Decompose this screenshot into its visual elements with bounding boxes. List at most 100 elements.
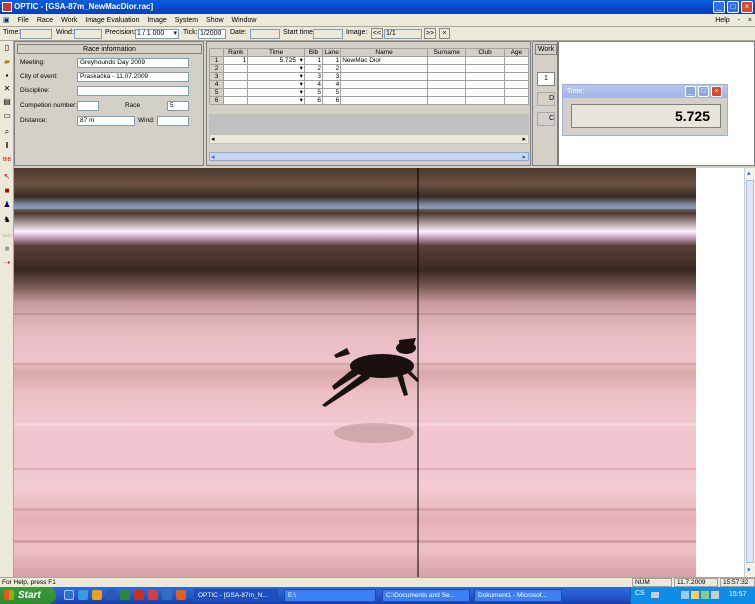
gray-box-icon[interactable]: ■ [2,244,12,254]
arrow-icon[interactable]: ➝ [2,258,12,268]
menu-race[interactable]: Race [34,14,56,27]
tick-field[interactable]: 1/2000 [198,29,226,39]
time-cell[interactable]: ▾ [247,96,305,105]
time-dropdown-icon[interactable]: ▾ [300,89,303,96]
quicklaunch-desktop-icon[interactable] [64,590,74,600]
work-button-c[interactable]: C [537,112,555,126]
col-lane[interactable]: Lane [322,48,342,57]
color-box-icon[interactable]: ■ [2,186,12,196]
rank-cell[interactable] [223,80,249,89]
bib-cell[interactable]: 6 [303,96,324,105]
close-image-button[interactable]: × [439,28,450,39]
surname-cell[interactable] [426,88,467,97]
print-icon[interactable]: ▤ [2,97,12,107]
menu-work[interactable]: Work [58,14,80,27]
distance-field[interactable]: 87 m [77,116,135,126]
scroll-right-icon[interactable]: ▸ [522,135,526,143]
task-documents[interactable]: C:\Documents and Se... [382,589,470,602]
date-field[interactable] [250,29,280,39]
lane-cell[interactable]: 1 [322,56,342,65]
person-icon[interactable]: ♟ [2,200,12,210]
time-cell[interactable]: ▾ [247,88,305,97]
quicklaunch-excel-icon[interactable] [120,590,130,600]
open-folder-icon[interactable]: ▰ [2,57,12,67]
bottom-scrollbar[interactable]: ◂ ▸ [209,152,529,161]
time-cell[interactable]: ▾ [247,64,305,73]
quicklaunch-word-icon[interactable] [106,590,116,600]
club-cell[interactable] [465,88,505,97]
race-number-field[interactable]: 5 [167,101,189,111]
rank-cell[interactable]: 1 [223,56,249,65]
age-cell[interactable] [503,56,530,65]
doc-close-button[interactable]: × [745,14,755,27]
time-dropdown-icon[interactable]: ▾ [300,81,303,88]
name-cell[interactable] [340,72,428,81]
minimize-button[interactable]: _ [713,1,725,13]
surname-cell[interactable] [426,96,467,105]
keyboard-icon[interactable] [651,592,659,598]
name-cell[interactable] [340,80,428,89]
name-cell[interactable] [340,88,428,97]
time-minimize-button[interactable]: _ [685,86,696,97]
work-button-1[interactable]: 1 [537,72,555,86]
precision-select[interactable]: 1 / 1 000 ▾ [135,29,179,39]
bib-cell[interactable]: 3 [303,72,324,81]
scroll-thumb[interactable] [746,180,754,563]
menu-image-evaluation[interactable]: Image Evaluation [82,14,142,27]
photo-finish-image[interactable] [14,168,696,577]
surname-cell[interactable] [426,56,467,65]
window-icon[interactable]: ▭ [2,111,12,121]
rank-cell[interactable] [223,64,249,73]
volume-icon[interactable] [711,591,719,599]
col-surname[interactable]: Surname [426,48,467,57]
zoom-icon[interactable]: ⌕ [2,127,12,137]
bib-cell[interactable]: 5 [303,88,324,97]
lane-cell[interactable]: 6 [322,96,342,105]
table-row[interactable]: 3 ▾ 3 3 [208,72,530,81]
new-file-icon[interactable]: ▯ [2,43,12,53]
time-dropdown-icon[interactable]: ▾ [300,57,303,64]
tray-icon-2[interactable] [691,591,699,599]
task-e-drive[interactable]: E:\ [284,589,376,602]
rank-cell[interactable] [223,72,249,81]
save-icon[interactable]: ▪ [2,71,12,81]
quicklaunch-folder-icon[interactable] [92,590,102,600]
task-word-document[interactable]: Dokument1 - Microsof... [474,589,562,602]
club-cell[interactable] [465,72,505,81]
work-button-d[interactable]: D [537,92,555,106]
chevron-down-icon[interactable]: ▾ [173,30,177,38]
pointer-icon[interactable]: ↖ [2,172,12,182]
table-row[interactable]: 2 ▾ 2 2 [208,64,530,73]
col-rank[interactable]: Rank [223,48,249,57]
menu-system[interactable]: System [172,14,201,27]
lane-cell[interactable]: 4 [322,80,342,89]
scroll-down-icon[interactable]: ▾ [747,566,751,574]
table-row[interactable]: 4 ▾ 4 4 [208,80,530,89]
club-cell[interactable] [465,96,505,105]
surname-cell[interactable] [426,64,467,73]
age-cell[interactable] [503,64,530,73]
scroll-up-icon[interactable]: ▴ [747,169,751,177]
time-dropdown-icon[interactable]: ▾ [300,65,303,72]
lane-cell[interactable]: 5 [322,88,342,97]
bib-cell[interactable]: 1 [303,56,324,65]
surname-cell[interactable] [426,72,467,81]
competition-field[interactable] [77,101,99,111]
time-field[interactable] [20,29,52,39]
age-cell[interactable] [503,72,530,81]
wind-field[interactable] [74,29,102,39]
lane-cell[interactable]: 2 [322,64,342,73]
age-cell[interactable] [503,88,530,97]
name-cell[interactable] [340,64,428,73]
col-bib[interactable]: Bib [303,48,324,57]
col-club[interactable]: Club [465,48,505,57]
vertical-scrollbar[interactable]: ▴ ▾ [744,168,755,577]
table-row[interactable]: 1 1 5.725 ▾ 1 1 NewMac Dior [208,56,530,65]
table-row[interactable]: 6 ▾ 6 6 [208,96,530,105]
race-wind-field[interactable] [157,116,189,126]
scroll-right-2-icon[interactable]: ▸ [522,153,526,161]
discipline-field[interactable] [77,86,189,96]
time-window[interactable]: Time: _ □ × 5.725 [562,84,728,136]
club-cell[interactable] [465,64,505,73]
next-image-button[interactable]: >> [424,28,436,39]
